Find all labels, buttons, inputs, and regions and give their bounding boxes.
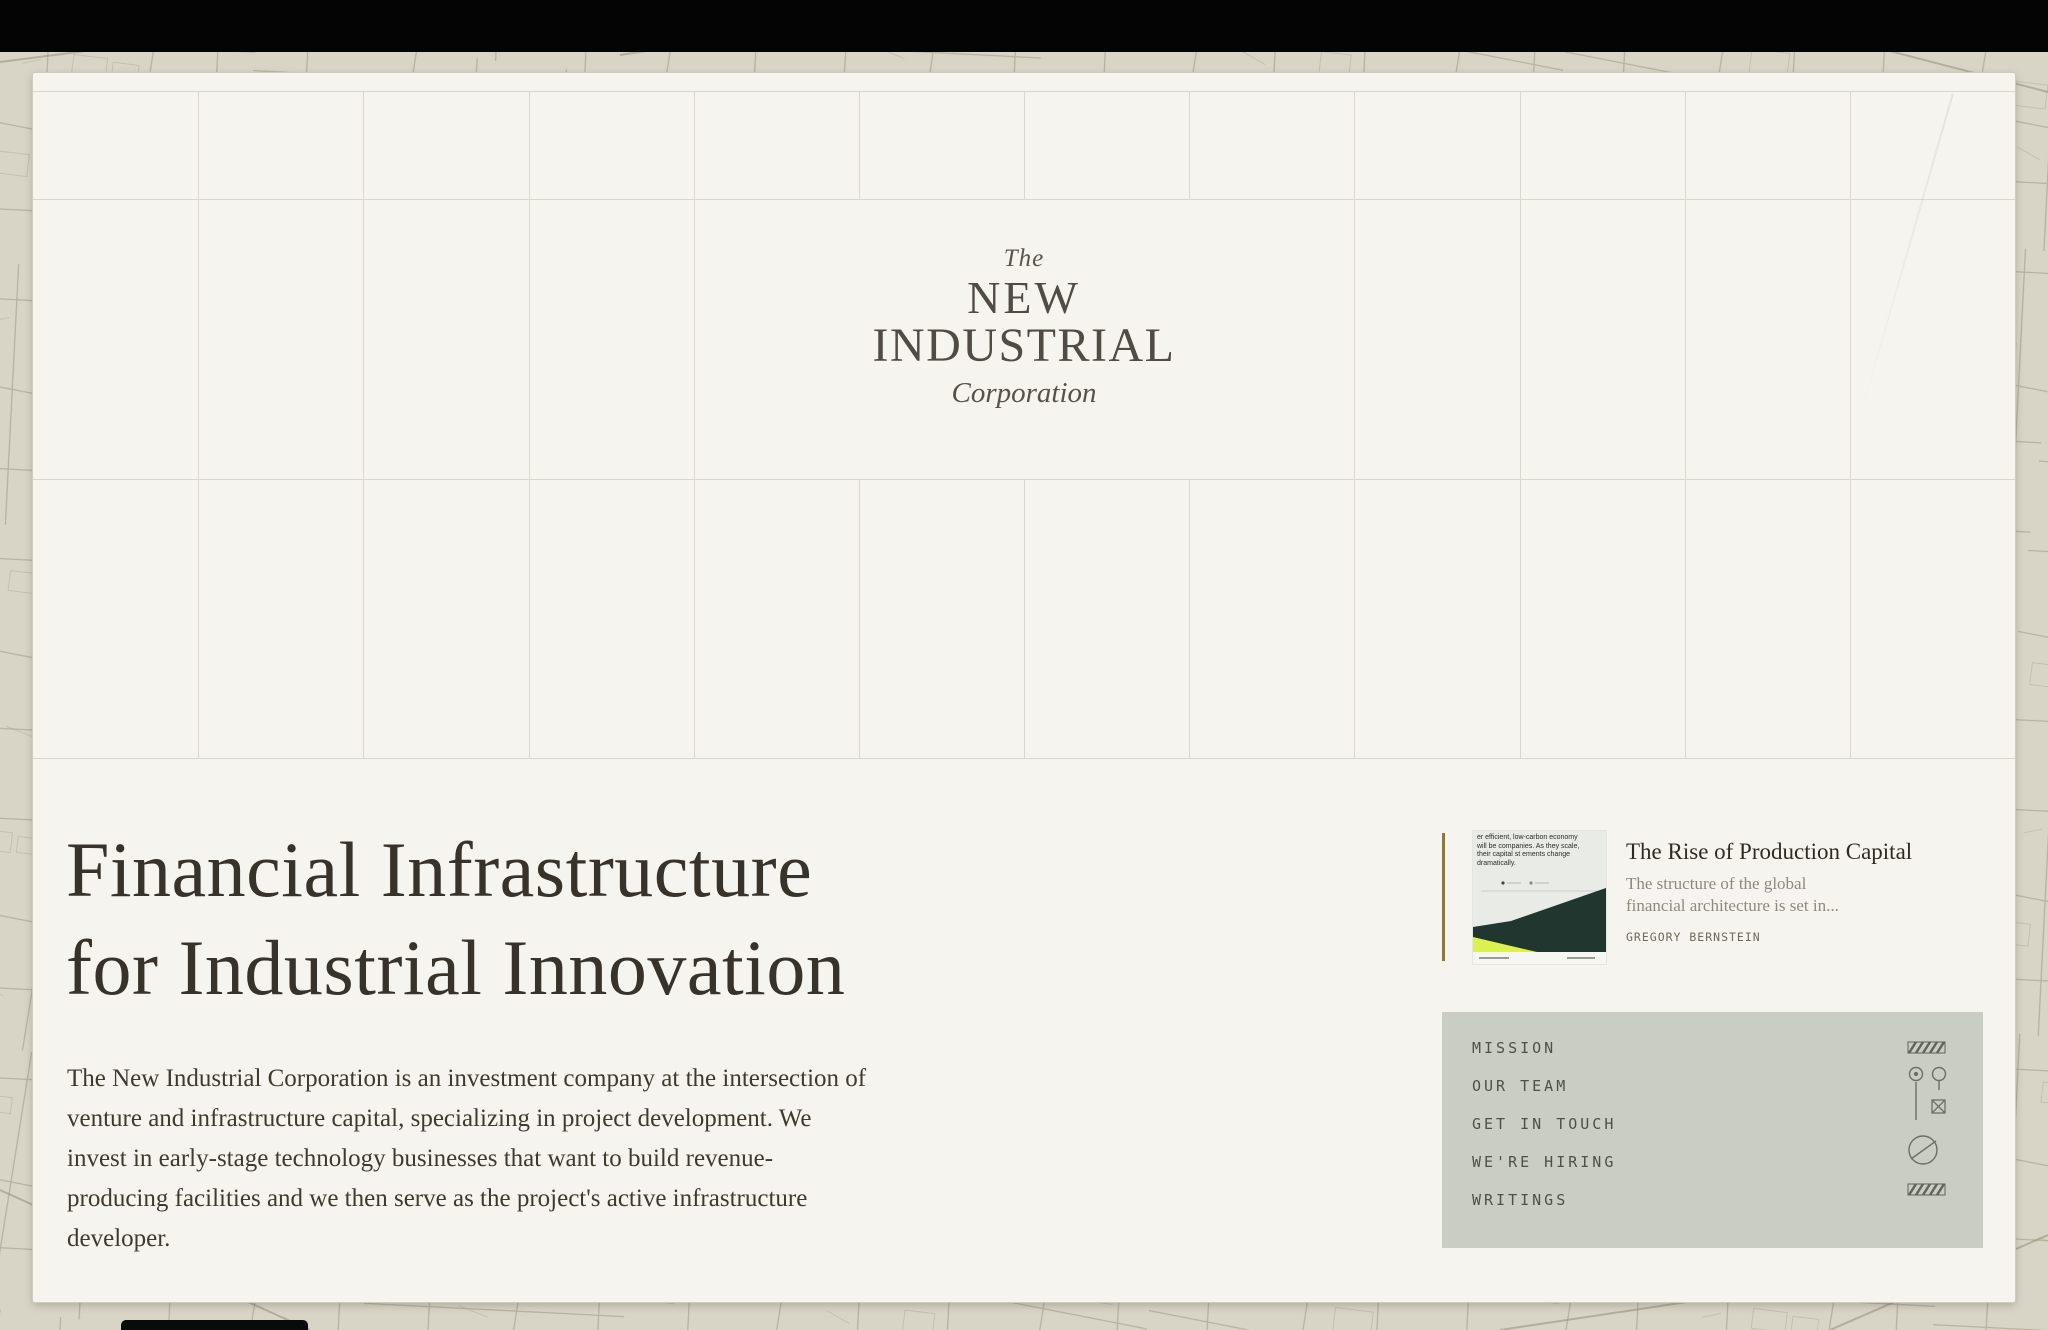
logo-corporation: Corporation [33,377,2015,410]
article-title: The Rise of Production Capital [1626,838,1912,866]
circle-icon [1933,1068,1946,1091]
target-circle-icon [1910,1068,1923,1081]
page-title: Financial Infrastructure for Industrial … [66,821,845,1017]
panel-drafting-icons [1899,1038,1955,1210]
article-author: GREGORY BERNSTEIN [1626,930,1912,944]
hatch-bar-icon [1908,1042,1945,1053]
bottom-bar-fragment [121,1320,308,1330]
thumbnail-graphic [1473,831,1606,964]
page: The NEW INDUSTRIAL Corporation Financial… [0,0,2048,1330]
logo-new: NEW [33,275,2015,322]
article-text-block: The Rise of Production Capital The struc… [1626,831,1912,944]
title-line-2: for Industrial Innovation [66,919,845,1017]
layout-grid [33,73,2015,763]
nav-panel: MISSION OUR TEAM GET IN TOUCH WE'RE HIRI… [1442,1012,1983,1248]
article-excerpt: The structure of the global financial ar… [1626,873,1856,918]
paper-sheet: The NEW INDUSTRIAL Corporation Financial… [33,73,2015,1302]
top-black-bar [0,0,2048,52]
logo-industrial: INDUSTRIAL [33,322,2015,371]
box-x-icon [1932,1100,1945,1113]
compass-circle-icon [1909,1136,1937,1164]
title-line-1: Financial Infrastructure [66,821,845,919]
logo-the: The [33,245,2015,273]
featured-article-card[interactable]: er efficient, low-carbon economy will be… [1442,831,2017,971]
gold-rule [1442,833,1445,961]
article-thumbnail: er efficient, low-carbon economy will be… [1473,831,1606,964]
logo[interactable]: The NEW INDUSTRIAL Corporation [33,245,2015,410]
hatch-bar-icon-2 [1908,1184,1945,1195]
intro-paragraph: The New Industrial Corporation is an inv… [67,1059,867,1259]
